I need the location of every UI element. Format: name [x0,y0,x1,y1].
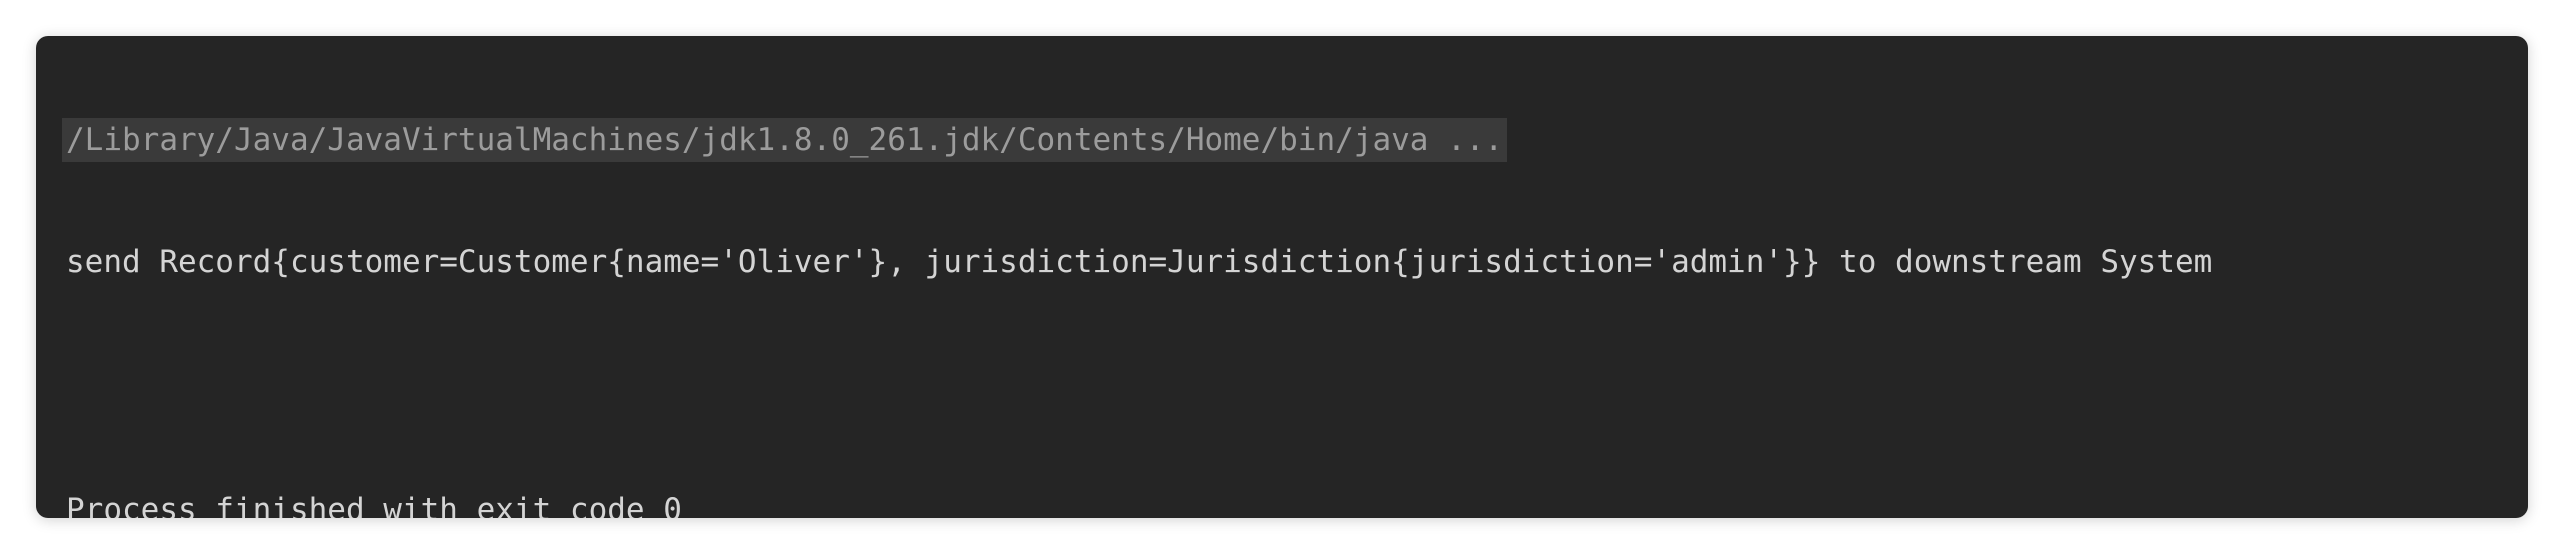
run-console-window: /Library/Java/JavaVirtualMachines/jdk1.8… [36,36,2528,518]
command-line-row: /Library/Java/JavaVirtualMachines/jdk1.8… [62,112,2498,164]
console-output[interactable]: /Library/Java/JavaVirtualMachines/jdk1.8… [62,40,2498,518]
output-line: send Record{customer=Customer{name='Oliv… [66,244,2213,280]
java-command-line[interactable]: /Library/Java/JavaVirtualMachines/jdk1.8… [62,117,1508,162]
exit-status-line: Process finished with exit code 0 [66,492,682,518]
